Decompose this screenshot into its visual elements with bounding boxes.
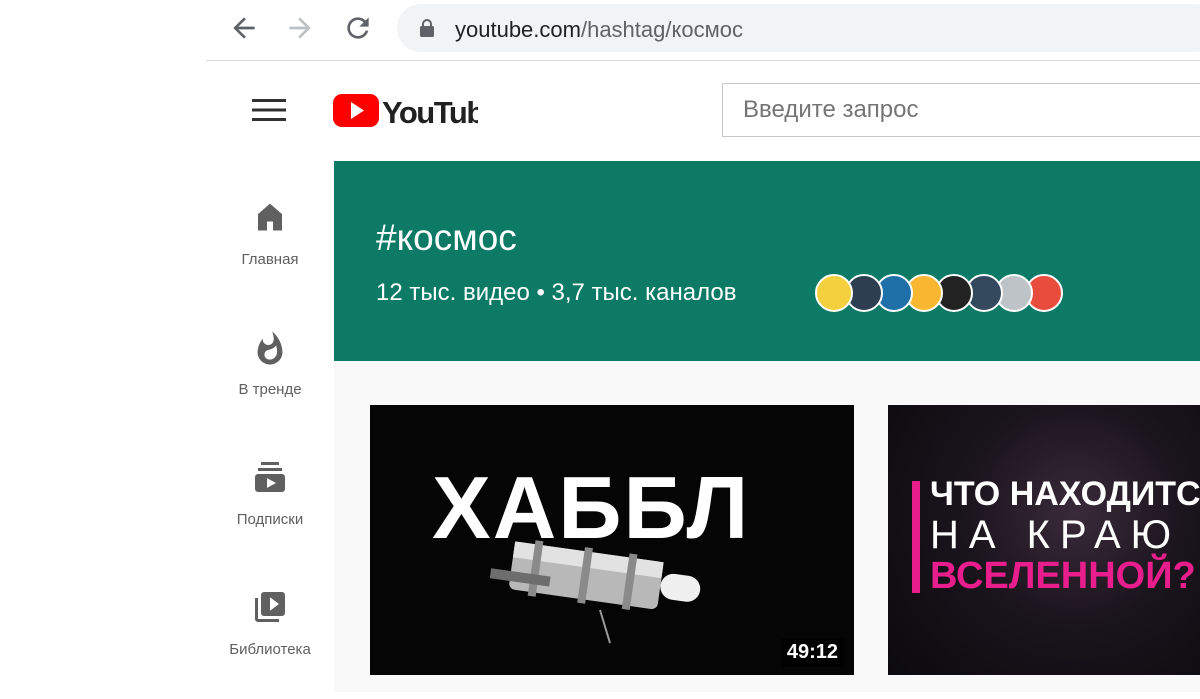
search-input[interactable] bbox=[743, 96, 1183, 124]
thumbnail-line: НА КРАЮ bbox=[930, 513, 1182, 557]
masthead: YouTube bbox=[206, 61, 1200, 161]
url-text: youtube.com/hashtag/космос bbox=[455, 17, 743, 43]
hashtag-title: #космос bbox=[376, 217, 517, 258]
url-path: /hashtag/космос bbox=[580, 17, 743, 42]
video-thumbnail[interactable]: ЧТО НАХОДИТСЯ НА КРАЮ ВСЕЛЕННОЙ? bbox=[888, 405, 1200, 675]
guide-item-home[interactable]: Главная bbox=[206, 199, 334, 309]
youtube-page: YouTube Главная В тренде Подписки Библио… bbox=[206, 61, 1200, 692]
subscriptions-icon bbox=[255, 462, 285, 492]
trending-fire-icon bbox=[257, 331, 283, 365]
video-duration: 49:12 bbox=[780, 638, 844, 667]
accent-bar bbox=[912, 481, 920, 593]
channel-avatar bbox=[815, 274, 853, 312]
browser-toolbar: youtube.com/hashtag/космос bbox=[206, 0, 1200, 61]
guide-item-subscriptions[interactable]: Подписки bbox=[206, 459, 334, 569]
channel-avatars bbox=[815, 274, 1063, 312]
home-icon bbox=[258, 203, 282, 231]
hashtag-header: #космос 12 тыс. видео • 3,7 тыс. каналов bbox=[334, 161, 1200, 361]
guide-item-label: Подписки bbox=[236, 511, 304, 528]
hashtag-stats: 12 тыс. видео • 3,7 тыс. каналов bbox=[376, 279, 737, 306]
guide-sidebar: Главная В тренде Подписки Библиотека bbox=[206, 161, 334, 692]
guide-item-label: В тренде bbox=[238, 381, 302, 398]
back-icon[interactable] bbox=[228, 12, 260, 44]
thumbnail-line: ЧТО НАХОДИТСЯ bbox=[930, 475, 1200, 513]
address-bar[interactable]: youtube.com/hashtag/космос bbox=[397, 4, 1200, 52]
hamburger-menu-icon[interactable] bbox=[252, 97, 286, 123]
logo-text: YouTube bbox=[382, 95, 478, 130]
guide-item-trending[interactable]: В тренде bbox=[206, 329, 334, 439]
thumbnail-line: ВСЕЛЕННОЙ? bbox=[930, 555, 1196, 597]
url-host: youtube.com bbox=[455, 17, 581, 42]
lock-icon bbox=[420, 19, 434, 37]
video-card[interactable]: ЧТО НАХОДИТСЯ НА КРАЮ ВСЕЛЕННОЙ? bbox=[888, 405, 1200, 675]
youtube-logo[interactable]: YouTube bbox=[333, 91, 478, 131]
video-card[interactable]: ХАББЛ 49:12 bbox=[370, 405, 854, 675]
guide-item-label: Библиотека bbox=[229, 641, 311, 658]
video-thumbnail[interactable]: ХАББЛ 49:12 bbox=[370, 405, 854, 675]
guide-item-library[interactable]: Библиотека bbox=[206, 589, 334, 699]
telescope-illustration bbox=[490, 540, 701, 644]
guide-item-label: Главная bbox=[241, 251, 299, 268]
forward-icon[interactable] bbox=[284, 12, 316, 44]
search-box[interactable] bbox=[722, 83, 1200, 137]
library-icon bbox=[255, 592, 285, 622]
reload-icon[interactable] bbox=[342, 12, 374, 44]
